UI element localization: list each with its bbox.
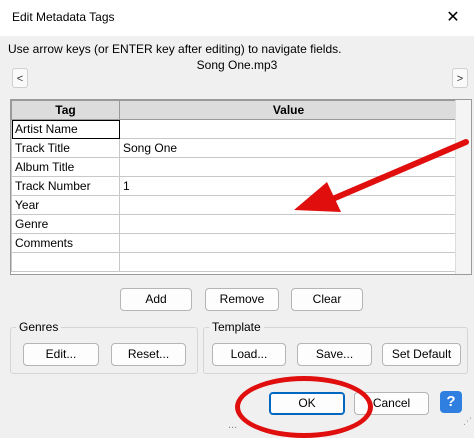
value-cell[interactable]: 1	[119, 176, 458, 196]
tag-cell[interactable]: Track Title	[11, 138, 120, 158]
value-cell[interactable]	[119, 233, 458, 253]
tag-cell[interactable]: Artist Name	[11, 119, 120, 139]
value-cell[interactable]	[119, 195, 458, 215]
tag-cell[interactable]	[11, 252, 120, 272]
tag-cell[interactable]: Track Number	[11, 176, 120, 196]
ok-button[interactable]: OK	[269, 392, 345, 415]
value-cell[interactable]	[119, 252, 458, 272]
title-bar: Edit Metadata Tags ✕	[0, 0, 474, 36]
set-default-template-button[interactable]: Set Default	[382, 343, 461, 366]
file-name-label: Song One.mp3	[196, 58, 278, 72]
edit-genres-button[interactable]: Edit...	[23, 343, 99, 366]
next-file-button[interactable]: >	[452, 68, 468, 88]
value-cell[interactable]	[119, 214, 458, 234]
edit-metadata-dialog: Edit Metadata Tags ✕ Use arrow keys (or …	[0, 0, 474, 438]
window-title: Edit Metadata Tags	[12, 10, 115, 24]
navigation-hint: Use arrow keys (or ENTER key after editi…	[8, 42, 342, 56]
close-icon[interactable]: ✕	[438, 4, 468, 32]
previous-file-button[interactable]: <	[12, 68, 28, 88]
resize-grip-icon[interactable]: ⋰	[463, 416, 472, 427]
help-icon[interactable]: ?	[440, 391, 462, 413]
table-row: Track Number 1	[11, 176, 458, 196]
template-group-label: Template	[209, 320, 264, 334]
table-row: Genre	[11, 214, 458, 234]
tag-cell[interactable]: Album Title	[11, 157, 120, 177]
table-row: Artist Name	[11, 119, 458, 139]
tag-cell[interactable]: Comments	[11, 233, 120, 253]
genres-group-label: Genres	[16, 320, 62, 334]
column-header-value: Value	[119, 100, 458, 120]
table-vertical-scrollbar[interactable]	[455, 100, 471, 274]
value-cell[interactable]	[119, 157, 458, 177]
cancel-button[interactable]: Cancel	[354, 392, 429, 415]
reset-genres-button[interactable]: Reset...	[111, 343, 186, 366]
save-template-button[interactable]: Save...	[297, 343, 372, 366]
partial-background-text: ...	[228, 419, 238, 431]
table-row: Year	[11, 195, 458, 215]
load-template-button[interactable]: Load...	[212, 343, 286, 366]
value-cell[interactable]: Song One	[119, 138, 458, 158]
value-cell[interactable]	[119, 119, 458, 139]
remove-button[interactable]: Remove	[205, 288, 279, 311]
table-row: Album Title	[11, 157, 458, 177]
table-row	[11, 252, 458, 272]
tag-cell[interactable]: Genre	[11, 214, 120, 234]
tag-cell[interactable]: Year	[11, 195, 120, 215]
clear-button[interactable]: Clear	[291, 288, 363, 311]
metadata-table: Tag Value Artist Name Track Title Song O…	[10, 99, 472, 275]
table-row: Track Title Song One	[11, 138, 458, 158]
table-row: Comments	[11, 233, 458, 253]
column-header-tag: Tag	[11, 100, 120, 120]
add-button[interactable]: Add	[120, 288, 192, 311]
